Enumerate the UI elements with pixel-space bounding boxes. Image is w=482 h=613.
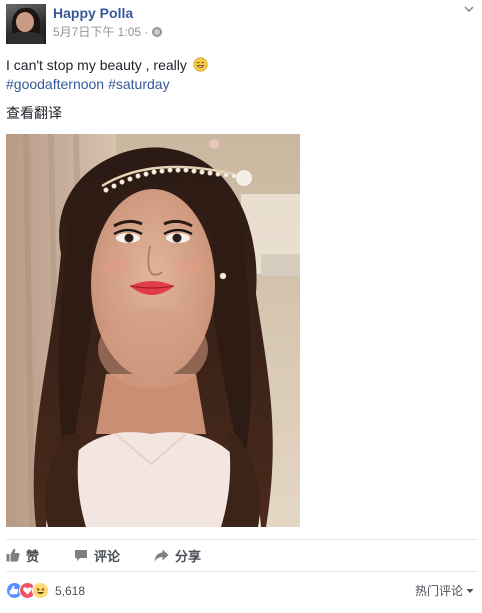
share-arrow-icon	[154, 549, 169, 561]
sort-label: 热门评论	[414, 584, 463, 598]
like-button[interactable]: 赞	[6, 546, 74, 565]
chevron-down-icon[interactable]	[463, 3, 475, 15]
comment-button[interactable]: 评论	[74, 546, 154, 565]
post-timestamp: 5月7日下午 1:05 ·	[53, 25, 163, 39]
globe-icon	[152, 27, 163, 37]
action-bar: 赞 评论 分享	[6, 543, 224, 567]
smiling-emoji-icon	[193, 57, 208, 72]
author-name[interactable]: Happy Polla	[53, 4, 133, 22]
share-button[interactable]: 分享	[154, 546, 224, 565]
comment-label: 评论	[94, 548, 121, 564]
haha-reaction-icon	[32, 582, 49, 599]
see-translation-link[interactable]: 查看翻译	[6, 104, 62, 123]
reaction-count: 5,618	[55, 583, 86, 598]
selfie-photo	[6, 134, 300, 527]
reaction-summary[interactable]: 5,618	[6, 582, 85, 599]
comment-bubble-icon	[75, 549, 87, 561]
avatar[interactable]	[6, 4, 46, 44]
avatar-face	[16, 12, 34, 32]
post-photo[interactable]	[6, 134, 300, 527]
comment-sort-dropdown[interactable]: 热门评论	[415, 582, 474, 599]
facebook-post: Happy Polla 5月7日下午 1:05 · I can't stop m…	[0, 0, 482, 613]
avatar-body	[8, 32, 44, 44]
hashtag-link[interactable]: #saturday	[108, 76, 169, 92]
divider-bottom	[6, 571, 476, 572]
reaction-icons	[6, 582, 49, 599]
like-label: 赞	[26, 548, 40, 564]
hashtags: #goodafternoon #saturday	[6, 75, 174, 94]
share-label: 分享	[175, 548, 202, 564]
timestamp-text[interactable]: 5月7日下午 1:05 ·	[53, 25, 148, 39]
hashtag-link[interactable]: #goodafternoon	[6, 76, 104, 92]
thumbs-up-icon	[6, 548, 20, 562]
caret-down-icon	[466, 588, 474, 593]
post-caption: I can't stop my beauty , really	[6, 56, 208, 75]
caption-text: I can't stop my beauty , really	[6, 57, 187, 73]
divider-top	[6, 539, 476, 540]
